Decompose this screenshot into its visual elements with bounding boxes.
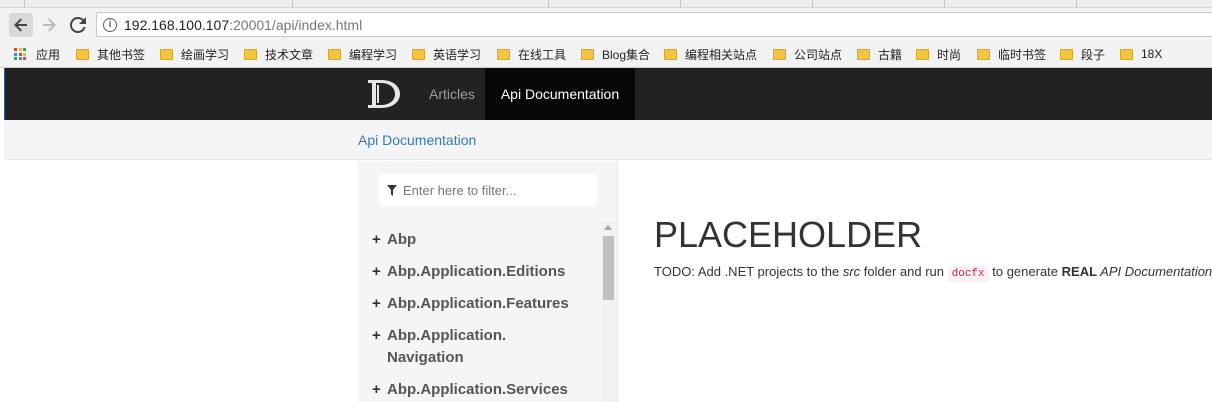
- url-host: 192.168.100.107: [124, 17, 230, 33]
- site-navbar: Articles Api Documentation: [4, 68, 1212, 120]
- bookmark-folder[interactable]: 古籍: [857, 46, 902, 62]
- info-icon[interactable]: i: [103, 18, 117, 32]
- folder-icon: [664, 48, 677, 60]
- expand-icon[interactable]: +: [372, 325, 381, 347]
- todo-text: TODO: Add .NET projects to the: [654, 264, 843, 279]
- bookmark-label: 编程学习: [349, 47, 398, 62]
- bookmark-folder[interactable]: 技术文章: [244, 46, 313, 62]
- toc-item[interactable]: + Abp.Application. Navigation: [372, 325, 602, 369]
- bookmark-label: 编程相关站点: [685, 47, 758, 62]
- back-button[interactable]: [9, 13, 33, 37]
- site-logo[interactable]: [364, 78, 404, 110]
- forward-button[interactable]: [37, 13, 61, 37]
- toc-item[interactable]: + Abp.Application.Features: [372, 293, 602, 315]
- toc-item[interactable]: + Abp.Application.Services: [372, 379, 602, 401]
- address-bar[interactable]: i 192.168.100.107:20001/api/index.html: [96, 12, 1212, 37]
- bookmark-apps[interactable]: 应用: [14, 46, 60, 62]
- bookmark-label: 技术文章: [265, 47, 314, 62]
- todo-paragraph: TODO: Add .NET projects to the src folde…: [654, 262, 1212, 284]
- folder-icon: [76, 48, 89, 60]
- toc-item-label: Abp.Application. Navigation: [387, 327, 507, 366]
- bookmark-label: 段子: [1081, 47, 1106, 62]
- bookmark-folder[interactable]: 绘画学习: [160, 46, 229, 62]
- expand-icon[interactable]: +: [372, 293, 381, 315]
- bookmark-label: 18X: [1141, 47, 1163, 61]
- folder-icon: [1120, 48, 1133, 60]
- toc-item[interactable]: + Abp: [372, 229, 602, 251]
- bookmark-folder[interactable]: 编程学习: [328, 46, 397, 62]
- expand-icon[interactable]: +: [372, 379, 381, 401]
- bookmark-label: 英语学习: [433, 47, 482, 62]
- folder-icon: [773, 48, 786, 60]
- toc-item-label: Abp.Application.Services: [387, 381, 568, 398]
- folder-icon: [857, 48, 870, 60]
- toc-item-label: Abp.Application.Editions: [387, 263, 566, 280]
- bookmark-label: 临时书签: [998, 47, 1047, 62]
- bookmark-folder[interactable]: Blog集合: [581, 46, 650, 62]
- expand-icon[interactable]: +: [372, 261, 381, 283]
- bookmark-folder[interactable]: 18X: [1120, 46, 1162, 62]
- expand-icon[interactable]: +: [372, 229, 381, 251]
- todo-src: src: [842, 264, 861, 279]
- bookmark-label: 应用: [36, 47, 61, 62]
- apps-grid-icon: [14, 48, 26, 60]
- filter-input[interactable]: [403, 174, 593, 206]
- folder-icon: [160, 48, 173, 60]
- todo-text: to generate: [988, 264, 1062, 279]
- bookmark-folder[interactable]: 英语学习: [412, 46, 481, 62]
- folder-icon: [497, 48, 510, 60]
- browser-toolbar: i 192.168.100.107:20001/api/index.html: [0, 8, 1212, 40]
- bookmark-folder[interactable]: 编程相关站点: [664, 46, 757, 62]
- bookmark-label: 古籍: [878, 47, 903, 62]
- reload-icon: [70, 17, 86, 33]
- bookmark-folder[interactable]: 时尚: [916, 46, 961, 62]
- toc-item-label: Abp.Application.Features: [387, 295, 569, 312]
- folder-icon: [581, 48, 594, 60]
- bookmark-folder[interactable]: 在线工具: [497, 46, 566, 62]
- scroll-up-arrow-icon[interactable]: [604, 225, 612, 230]
- bookmark-label: Blog集合: [602, 47, 651, 62]
- bookmark-label: 在线工具: [518, 47, 567, 62]
- folder-icon: [1060, 48, 1073, 60]
- toc-item-label: Abp: [387, 231, 417, 248]
- arrow-left-icon: [14, 18, 27, 32]
- folder-icon: [916, 48, 929, 60]
- docfx-code: docfx: [947, 266, 989, 282]
- arrow-right-icon: [43, 18, 56, 32]
- bookmark-folder[interactable]: 段子: [1060, 46, 1105, 62]
- bookmark-label: 绘画学习: [181, 47, 230, 62]
- folder-icon: [328, 48, 341, 60]
- page-title: PLACEHOLDER: [654, 214, 923, 255]
- folder-icon: [412, 48, 425, 60]
- bookmark-folder[interactable]: 临时书签: [977, 46, 1046, 62]
- folder-icon: [977, 48, 990, 60]
- todo-api-doc: API Documentation!: [1097, 264, 1212, 279]
- bookmark-folder[interactable]: 公司站点: [773, 46, 842, 62]
- subnav: Api Documentation: [4, 120, 1212, 160]
- url-path: :20001/api/index.html: [229, 17, 363, 33]
- tab-strip: [0, 0, 1212, 8]
- bookmark-folder[interactable]: 其他书签: [76, 46, 145, 62]
- bookmark-label: 公司站点: [794, 47, 843, 62]
- filter-icon: [387, 185, 397, 196]
- reload-button[interactable]: [66, 13, 90, 37]
- bookmark-label: 其他书签: [97, 47, 146, 62]
- main-content: PLACEHOLDER TODO: Add .NET projects to t…: [654, 212, 1212, 284]
- breadcrumb[interactable]: Api Documentation: [358, 132, 476, 148]
- nav-articles[interactable]: Articles: [425, 68, 479, 120]
- sidebar: + Abp + Abp.Application.Editions + Abp.Appl…: [358, 161, 618, 402]
- scroll-thumb[interactable]: [603, 236, 614, 300]
- sidebar-scrollbar[interactable]: [601, 221, 616, 402]
- toc-item[interactable]: + Abp.Application.Editions: [372, 261, 602, 283]
- toc-list: + Abp + Abp.Application.Editions + Abp.Appl…: [372, 229, 602, 402]
- folder-icon: [244, 48, 257, 60]
- nav-api-documentation[interactable]: Api Documentation: [485, 68, 635, 120]
- todo-text: folder and run: [860, 264, 948, 279]
- todo-real: REAL: [1061, 264, 1098, 279]
- bookmark-label: 时尚: [937, 47, 962, 62]
- bookmarks-bar: 应用 其他书签 绘画学习 技术文章 编程学习 英语学习 在线工具 Blog集合 …: [0, 40, 1212, 68]
- url-text: 192.168.100.107:20001/api/index.html: [124, 17, 362, 33]
- filter-box: [379, 174, 597, 206]
